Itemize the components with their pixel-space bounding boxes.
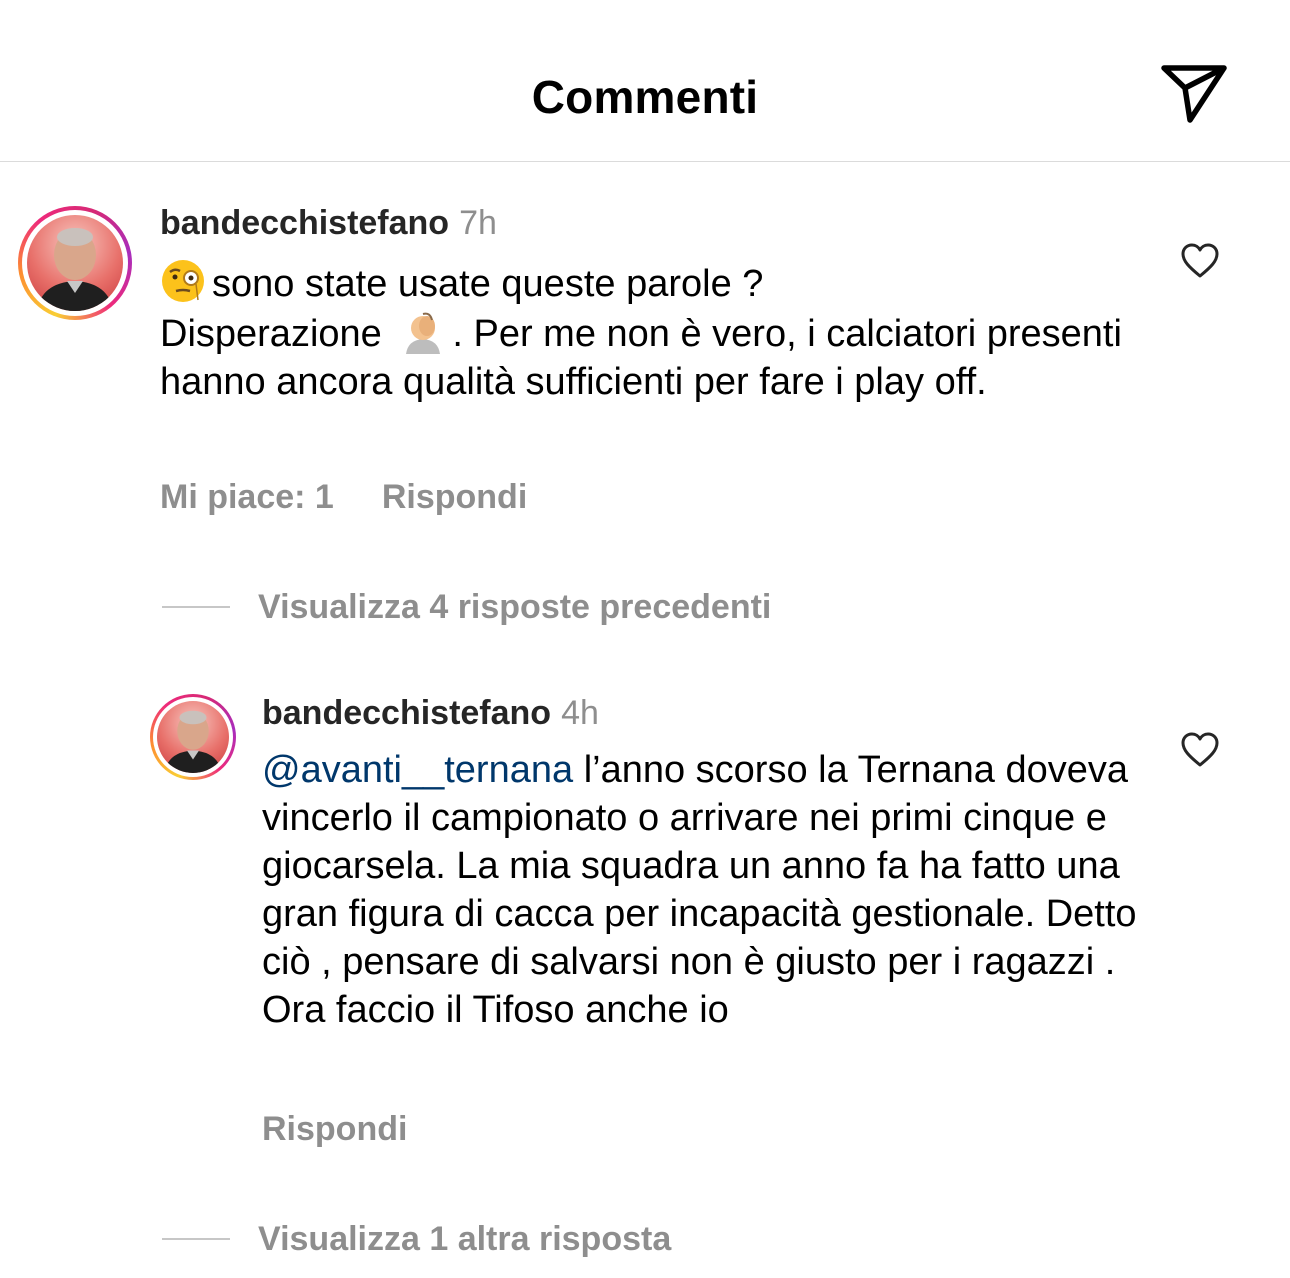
mention-link[interactable]: @avanti__ternana bbox=[262, 749, 573, 791]
likes-count[interactable]: Mi piace: 1 bbox=[160, 478, 334, 516]
comment-meta: Mi piace: 1 Rispondi bbox=[160, 478, 575, 517]
comment-username[interactable]: bandecchistefano 7h bbox=[160, 204, 497, 243]
comment-text: sono state usate queste parole ? Dispera… bbox=[160, 258, 1150, 406]
view-more-replies-button[interactable]: Visualizza 1 altra risposta bbox=[162, 1220, 671, 1259]
avatar[interactable] bbox=[150, 694, 236, 780]
comment-time: 7h bbox=[459, 204, 497, 242]
profile-photo bbox=[164, 710, 222, 773]
face-with-monocle-emoji bbox=[162, 260, 204, 302]
divider bbox=[162, 1238, 230, 1241]
avatar[interactable] bbox=[18, 206, 132, 320]
header: Commenti bbox=[0, 0, 1290, 162]
send-icon[interactable] bbox=[1158, 62, 1230, 126]
reply-button[interactable]: Rispondi bbox=[382, 478, 527, 516]
heart-outline-icon[interactable] bbox=[1181, 732, 1219, 768]
face-palm-emoji bbox=[406, 312, 441, 354]
reply-time: 4h bbox=[561, 694, 599, 732]
divider bbox=[162, 606, 230, 609]
page-title: Commenti bbox=[531, 71, 759, 123]
reply-text: @avanti__ternana l’anno scorso la Ternan… bbox=[262, 749, 1137, 1031]
reply-button[interactable]: Rispondi bbox=[262, 1110, 407, 1148]
heart-outline-icon[interactable] bbox=[1181, 243, 1219, 279]
reply-meta: Rispondi bbox=[262, 1110, 455, 1149]
view-previous-replies-button[interactable]: Visualizza 4 risposte precedenti bbox=[162, 588, 771, 627]
profile-photo bbox=[37, 228, 113, 311]
reply-username[interactable]: bandecchistefano 4h bbox=[262, 694, 599, 733]
